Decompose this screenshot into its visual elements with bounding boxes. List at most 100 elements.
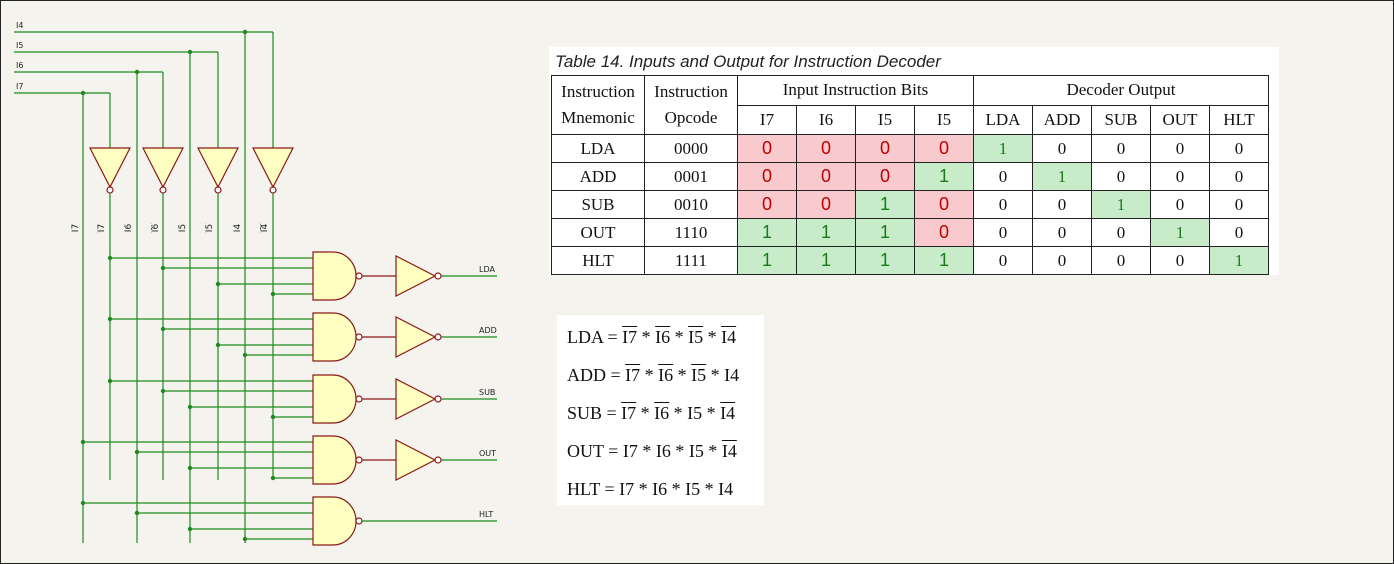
cell-output: 0	[1150, 190, 1210, 219]
cell-output: 0	[1209, 134, 1269, 163]
inverter-gate	[395, 255, 437, 297]
inverter-bubble	[159, 186, 167, 194]
cell-opcode: 1111	[644, 246, 738, 275]
junction-dot	[270, 291, 276, 297]
inverter-bubble	[269, 186, 277, 194]
junction-dot	[270, 414, 276, 420]
and-gate	[312, 374, 357, 424]
table-row: OUT 1110 1 1 1 0 0 0 0 1 0	[551, 218, 1269, 247]
cell-bit: 1	[737, 246, 797, 275]
junction-dot	[160, 388, 166, 394]
cell-bit: 1	[855, 246, 915, 275]
inverter-bubble	[106, 186, 114, 194]
header-opcode: Instruction Opcode	[644, 75, 738, 135]
equation-lda: LDA = I7 * I6 * I5 * I4	[567, 327, 737, 347]
header-mnemonic: Instruction Mnemonic	[551, 75, 645, 135]
output-label-out: OUT	[479, 449, 496, 458]
table-row: HLT 1111 1 1 1 1 0 0 0 0 1	[551, 246, 1269, 275]
vertical-signal-label: I5	[178, 224, 188, 232]
boolean-equations-panel: LDA = I7 * I6 * I5 * I4 ADD = I7 * I6 * I…	[557, 315, 764, 505]
junction-dot	[270, 475, 276, 481]
cell-bit: 1	[796, 246, 856, 275]
truth-table-panel: Table 14. Inputs and Output for Instruct…	[549, 47, 1279, 275]
cell-mnemonic: SUB	[551, 190, 645, 219]
cell-output: 0	[1091, 134, 1151, 163]
cell-bit: 1	[855, 190, 915, 219]
cell-output: 0	[1150, 162, 1210, 191]
cell-output: 0	[1032, 134, 1092, 163]
output-label-sub: SUB	[479, 388, 495, 397]
cell-bit: 0	[914, 218, 974, 247]
table-row: SUB 0010 0 0 1 0 0 0 1 0 0	[551, 190, 1269, 219]
vertical-signal-label: I6	[124, 224, 134, 233]
and-output-bubble	[355, 272, 363, 280]
cell-opcode: 0010	[644, 190, 738, 219]
header-bit-i7: I7	[737, 104, 797, 135]
cell-output: 0	[973, 162, 1033, 191]
cell-bit: 1	[855, 218, 915, 247]
junction-dot	[187, 526, 193, 532]
cell-bit: 0	[796, 162, 856, 191]
vertical-signal-label: I4	[233, 224, 243, 233]
cell-output: 0	[1150, 134, 1210, 163]
inverter-gate	[395, 439, 437, 481]
input-label-i6: I6	[16, 61, 23, 70]
input-label-i7: I7	[16, 82, 23, 91]
cell-bit: 0	[914, 190, 974, 219]
inverter-gate	[395, 316, 437, 358]
cell-bit: 0	[914, 134, 974, 163]
and-output-bubble	[355, 333, 363, 341]
inverter-bubble	[434, 395, 442, 403]
junction-dot	[187, 465, 193, 471]
header-bit-i6: I6	[796, 104, 856, 135]
inverter-gate	[89, 147, 131, 189]
junction-dot	[107, 378, 113, 384]
inverter-gate	[197, 147, 239, 189]
header-output-sub: SUB	[1091, 104, 1151, 135]
output-label-lda: LDA	[479, 265, 495, 274]
cell-output: 0	[1209, 162, 1269, 191]
cell-bit: 0	[855, 134, 915, 163]
junction-dot	[134, 449, 140, 455]
cell-output: 0	[1091, 162, 1151, 191]
cell-output: 0	[1209, 218, 1269, 247]
cell-bit: 1	[914, 246, 974, 275]
output-label-add: ADD	[479, 326, 497, 335]
table-header-row: Instruction Mnemonic Instruction Opcode In…	[551, 75, 1269, 135]
equation-hlt: HLT = I7 * I6 * I5 * I4	[567, 479, 734, 499]
cell-bit: 1	[914, 162, 974, 191]
vertical-signal-label: I4	[260, 224, 270, 233]
cell-output: 0	[1150, 246, 1210, 275]
and-gate	[312, 251, 357, 301]
inverter-gate	[252, 147, 294, 189]
inverter-bubble	[434, 456, 442, 464]
inverter-bubble	[434, 272, 442, 280]
cell-output: 1	[1032, 162, 1092, 191]
cell-bit: 0	[796, 190, 856, 219]
junction-dot	[242, 352, 248, 358]
junction-dot	[80, 439, 86, 445]
header-output-hlt: HLT	[1209, 104, 1269, 135]
cell-output: 1	[973, 134, 1033, 163]
header-decoder-output: Decoder Output	[973, 75, 1269, 106]
and-output-bubble	[355, 456, 363, 464]
output-label-hlt: HLT	[479, 510, 493, 519]
cell-output: 0	[1032, 246, 1092, 275]
junction-dot	[187, 404, 193, 410]
equation-out: OUT = I7 * I6 * I5 * I4	[567, 441, 737, 461]
and-output-bubble	[355, 395, 363, 403]
header-output-lda: LDA	[973, 104, 1033, 135]
vertical-signal-label: I5	[205, 224, 215, 232]
inverter-gate	[395, 378, 437, 420]
vertical-signal-label: I7	[71, 224, 81, 232]
vertical-signal-label: I7	[97, 224, 107, 232]
cell-bit: 1	[796, 218, 856, 247]
cell-output: 0	[1032, 218, 1092, 247]
cell-output: 0	[1091, 246, 1151, 275]
decoder-circuit-diagram: I4 I5 I6 I7 I7 I7 I6 I6 I5 I5 I4 I4 LDA ADD SUB OUT HLT	[14, 21, 497, 546]
header-output-out: OUT	[1150, 104, 1210, 135]
cell-output: 1	[1209, 246, 1269, 275]
junction-dot	[107, 316, 113, 322]
cell-bit: 0	[737, 134, 797, 163]
cell-mnemonic: HLT	[551, 246, 645, 275]
